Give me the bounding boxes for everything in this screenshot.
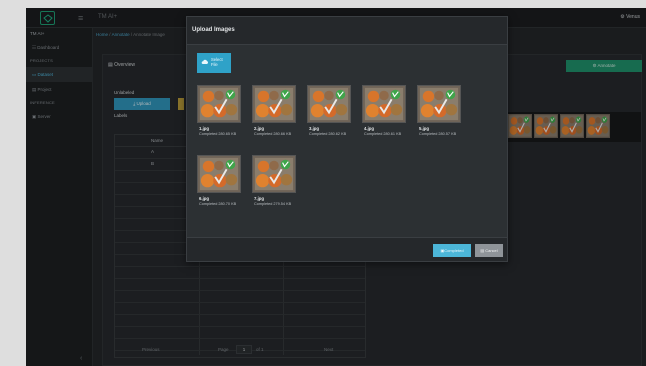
upload-status: Completed 280.57 KB (419, 132, 457, 136)
upload-status: Completed 280.61 KB (364, 132, 402, 136)
image-filename: 5.jpg (419, 126, 430, 131)
cloud-upload-icon (201, 59, 209, 66)
image-filename: 1.jpg (199, 126, 210, 131)
image-thumbnail[interactable] (417, 85, 461, 123)
complete-button[interactable]: ▣Completed (433, 244, 471, 257)
image-thumbnail[interactable] (307, 85, 351, 123)
image-thumbnail[interactable] (197, 85, 241, 123)
upload-status: Completed 280.70 KB (199, 202, 237, 206)
image-filename: 2.jpg (254, 126, 265, 131)
dialog-title: Upload Images (192, 27, 235, 33)
select-file-button[interactable]: Select File (197, 53, 231, 73)
dialog-footer: ▣Completed ▤ Cancel (187, 237, 507, 261)
upload-images-dialog: Upload Images Select File 1.jpg Completed… (186, 16, 508, 262)
image-filename: 7.jpg (254, 196, 265, 201)
image-filename: 3.jpg (309, 126, 320, 131)
image-thumbnail[interactable] (252, 155, 296, 193)
upload-status: Completed 280.66 KB (254, 132, 292, 136)
image-thumbnail[interactable] (252, 85, 296, 123)
upload-status: Completed 280.65 KB (199, 132, 237, 136)
complete-button-label: Completed (444, 248, 464, 253)
image-thumbnail[interactable] (197, 155, 241, 193)
image-thumbnail[interactable] (362, 85, 406, 123)
upload-status: Completed 280.62 KB (309, 132, 347, 136)
cancel-button[interactable]: ▤ Cancel (475, 244, 503, 257)
select-file-label-2: File (211, 62, 218, 67)
image-filename: 6.jpg (199, 196, 210, 201)
upload-status: Completed 279.54 KB (254, 202, 292, 206)
image-filename: 4.jpg (364, 126, 375, 131)
cancel-button-label: Cancel (485, 248, 498, 253)
dialog-header: Upload Images (187, 17, 507, 45)
